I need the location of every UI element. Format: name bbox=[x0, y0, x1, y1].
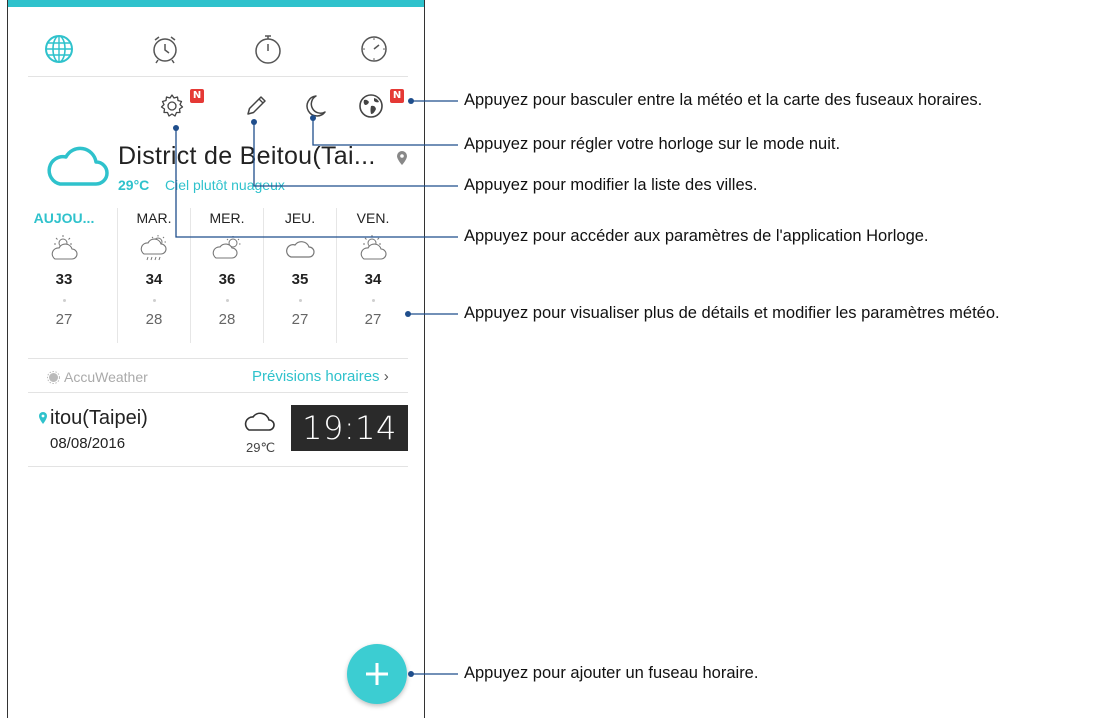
callout-night-mode: Appuyez pour régler votre horloge sur le… bbox=[464, 135, 841, 153]
callout-settings: Appuyez pour accéder aux paramètres de l… bbox=[464, 227, 929, 245]
callout-weather-map: Appuyez pour basculer entre la météo et … bbox=[464, 91, 983, 109]
callout-edit-cities: Appuyez pour modifier la liste des ville… bbox=[464, 176, 758, 194]
callout-weather-details: Appuyez pour visualiser plus de détails … bbox=[464, 304, 1000, 322]
callout-add-timezone: Appuyez pour ajouter un fuseau horaire. bbox=[464, 664, 759, 682]
